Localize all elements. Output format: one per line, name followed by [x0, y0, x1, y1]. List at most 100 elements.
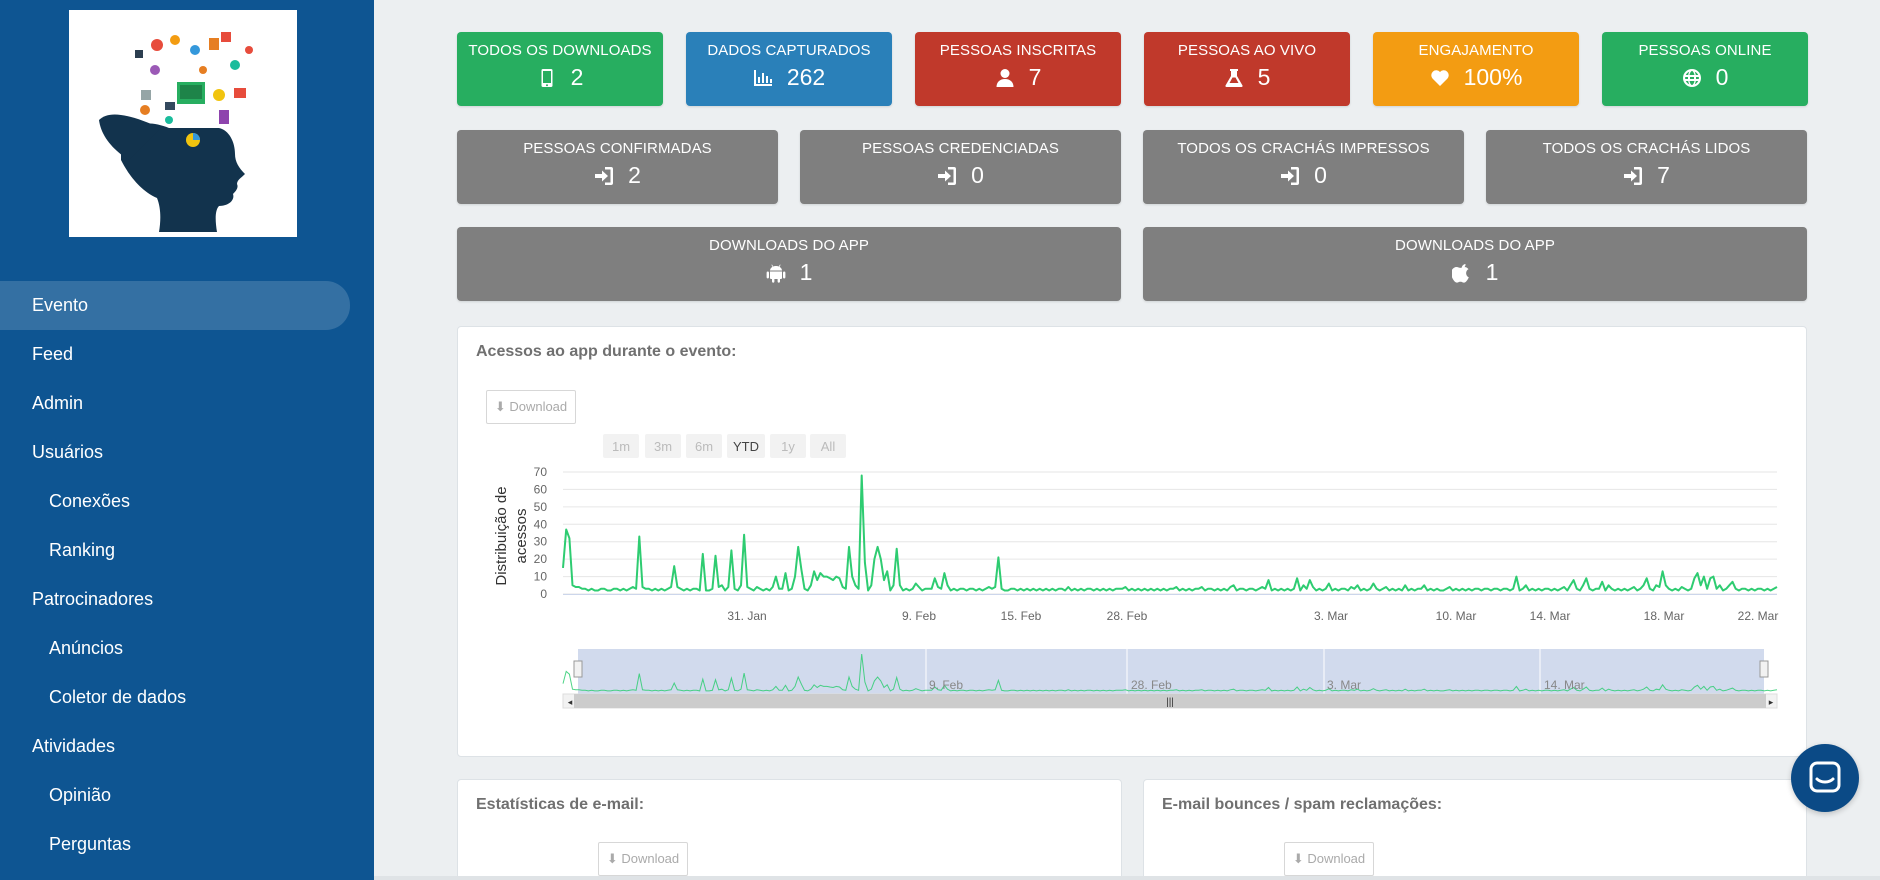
- stat-value-row: 100%: [1373, 64, 1579, 91]
- sidebar-item-label: Evento: [32, 295, 89, 315]
- stat-value: 0: [1314, 162, 1327, 188]
- access-chart-panel: Acessos ao app durante o evento: ⬇ Downl…: [457, 326, 1807, 757]
- sidebar-item-label: Feed: [32, 344, 74, 364]
- bottom-scroll-strip: [374, 876, 1880, 880]
- stat-value-row: 2: [457, 162, 778, 189]
- sidebar-item-admin[interactable]: Admin: [0, 379, 374, 428]
- stat-value: 7: [1028, 64, 1042, 90]
- stat-card[interactable]: DADOS CAPTURADOS 262: [686, 32, 892, 106]
- download-button[interactable]: ⬇ Download: [486, 390, 576, 424]
- sidebar-item-label: Opinião: [49, 785, 112, 805]
- sidebar-item-feed[interactable]: Feed: [0, 330, 374, 379]
- panel-title: Estatísticas de e-mail:: [476, 796, 645, 813]
- stat-value-row: 1: [1143, 259, 1807, 286]
- stat-card[interactable]: PESSOAS CONFIRMADAS 2: [457, 130, 778, 204]
- sidebar-item-label: Anúncios: [49, 638, 124, 658]
- sidebar: Evento Feed Admin Usuários Conexões Ranking Pa…: [0, 0, 374, 880]
- sidebar-item-perguntas[interactable]: Perguntas: [0, 820, 374, 869]
- stat-value: 100%: [1463, 64, 1523, 90]
- mobile-icon: [541, 68, 553, 87]
- sidebar-item-anuncios[interactable]: Anúncios: [0, 624, 374, 673]
- stat-label: ENGAJAMENTO: [1418, 42, 1534, 59]
- chat-launcher-button[interactable]: [1791, 744, 1859, 812]
- sign-in-icon: [595, 166, 614, 185]
- sidebar-item-patrocinadores[interactable]: Patrocinadores: [0, 575, 374, 624]
- stat-label: PESSOAS INSCRITAS: [939, 42, 1097, 59]
- stat-value-row: 7: [915, 64, 1121, 91]
- stat-value-row: 1: [457, 259, 1121, 286]
- stat-value-row: 0: [1602, 64, 1808, 91]
- stat-label: DADOS CAPTURADOS: [707, 42, 871, 59]
- sign-in-icon: [1624, 166, 1643, 185]
- stat-card[interactable]: PESSOAS INSCRITAS 7: [915, 32, 1121, 106]
- range-button-1y[interactable]: 1y: [770, 434, 806, 458]
- stat-label: PESSOAS AO VIVO: [1177, 42, 1317, 59]
- stat-label: TODOS OS DOWNLOADS: [468, 42, 652, 59]
- sidebar-item-conexoes[interactable]: Conexões: [0, 477, 374, 526]
- stat-card[interactable]: DOWNLOADS DO APP 1: [457, 227, 1121, 301]
- bar-chart-icon: [753, 69, 772, 86]
- stat-card[interactable]: PESSOAS AO VIVO 5: [1144, 32, 1350, 106]
- sidebar-item-label: Perguntas: [49, 834, 132, 854]
- sidebar-item-label: Atividades: [32, 736, 116, 756]
- sidebar-item-label: Ranking: [49, 540, 116, 560]
- head-illustration-icon: [99, 32, 253, 232]
- android-icon: [766, 264, 785, 283]
- sidebar-item-opiniao[interactable]: Opinião: [0, 771, 374, 820]
- stat-card[interactable]: TODOS OS CRACHÁS LIDOS 7: [1486, 130, 1807, 204]
- range-button-all[interactable]: All: [810, 434, 846, 458]
- stat-value: 5: [1257, 64, 1271, 90]
- sidebar-item-evento[interactable]: Evento: [0, 281, 350, 330]
- stat-card[interactable]: ENGAJAMENTO 100%: [1373, 32, 1579, 106]
- stat-value-row: 262: [686, 64, 892, 91]
- user-icon: [996, 68, 1014, 87]
- stat-card[interactable]: DOWNLOADS DO APP 1: [1143, 227, 1807, 301]
- stat-card[interactable]: PESSOAS CREDENCIADAS 0: [800, 130, 1121, 204]
- stat-value: 1: [799, 259, 813, 285]
- sidebar-item-usuarios[interactable]: Usuários: [0, 428, 374, 477]
- stat-label: PESSOAS ONLINE: [1638, 42, 1772, 59]
- stat-value-row: 0: [1143, 162, 1464, 189]
- stat-label: TODOS OS CRACHÁS LIDOS: [1542, 140, 1751, 157]
- main-content: Acessos ao app durante o evento: ⬇ Downl…: [374, 0, 1880, 880]
- email-bounces-panel: E-mail bounces / spam reclamações: ⬇ Dow…: [1143, 779, 1807, 880]
- email-stats-panel: Estatísticas de e-mail: ⬇ Download: [457, 779, 1122, 880]
- stat-card[interactable]: TODOS OS DOWNLOADS 2: [457, 32, 663, 106]
- stat-value-row: 0: [800, 162, 1121, 189]
- sidebar-item-label: Admin: [32, 393, 84, 413]
- stat-value-row: 2: [457, 64, 663, 91]
- stat-value-row: 5: [1144, 64, 1350, 91]
- sign-in-icon: [938, 166, 957, 185]
- heart-icon: [1430, 69, 1449, 86]
- globe-icon: [1682, 68, 1701, 87]
- stat-label: PESSOAS CONFIRMADAS: [523, 140, 712, 157]
- download-button[interactable]: ⬇ Download: [598, 842, 688, 876]
- panel-title: E-mail bounces / spam reclamações:: [1162, 796, 1443, 813]
- sidebar-item-label: Usuários: [32, 442, 104, 462]
- range-button-3m[interactable]: 3m: [645, 434, 681, 458]
- stat-value: 2: [628, 162, 641, 188]
- range-button-1m[interactable]: 1m: [603, 434, 639, 458]
- download-button[interactable]: ⬇ Download: [1284, 842, 1374, 876]
- sidebar-nav: Evento Feed Admin Usuários Conexões Ranking Pa…: [0, 281, 374, 869]
- stat-label: DOWNLOADS DO APP: [1395, 237, 1555, 254]
- stat-card[interactable]: PESSOAS ONLINE 0: [1602, 32, 1808, 106]
- stat-value: 7: [1657, 162, 1670, 188]
- sidebar-item-atividades[interactable]: Atividades: [0, 722, 374, 771]
- stat-label: PESSOAS CREDENCIADAS: [861, 140, 1060, 157]
- stat-label: DOWNLOADS DO APP: [709, 237, 869, 254]
- stat-value: 0: [971, 162, 984, 188]
- chat-icon: [1809, 761, 1841, 793]
- sign-in-icon: [1281, 166, 1300, 185]
- range-button-ytd[interactable]: YTD: [727, 434, 765, 458]
- apple-icon: [1451, 263, 1469, 283]
- sidebar-item-coletor-de-dados[interactable]: Coletor de dados: [0, 673, 374, 722]
- range-button-6m[interactable]: 6m: [686, 434, 722, 458]
- panel-title: Acessos ao app durante o evento:: [476, 343, 737, 360]
- stat-value: 2: [570, 64, 584, 90]
- sidebar-item-ranking[interactable]: Ranking: [0, 526, 374, 575]
- stat-value: 262: [786, 64, 826, 90]
- stat-card[interactable]: TODOS OS CRACHÁS IMPRESSOS 0: [1143, 130, 1464, 204]
- flask-icon: [1225, 68, 1243, 87]
- stat-value: 1: [1485, 259, 1499, 285]
